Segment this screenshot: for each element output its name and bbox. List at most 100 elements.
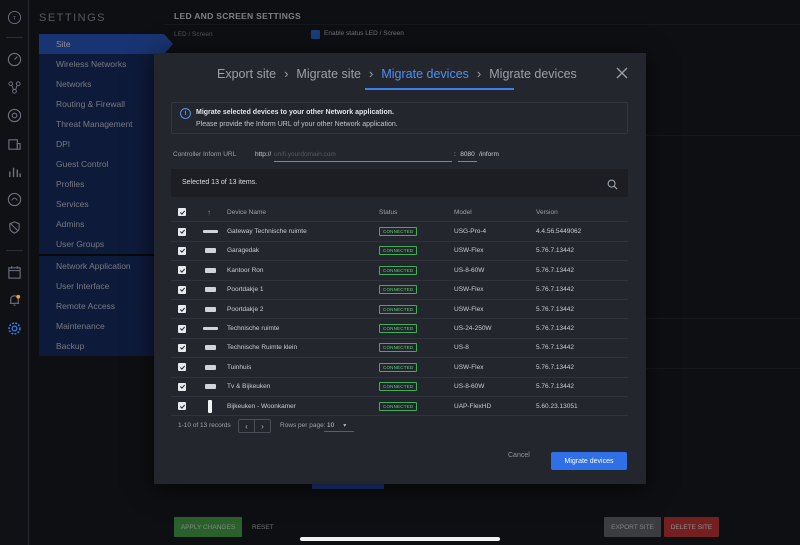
row-checkbox[interactable]: [178, 397, 186, 415]
selection-bar: Selected 13 of 13 items.: [171, 169, 628, 197]
table-row[interactable]: Poortdakje 1 CONNECTED USW-Flex 5.76.7.1344…: [171, 281, 628, 300]
step-migrate-devices-current: Migrate devices: [381, 66, 469, 81]
step-migrate-site: Migrate site: [296, 66, 362, 81]
column-status[interactable]: Status: [379, 203, 397, 221]
status-badge: CONNECTED: [379, 343, 418, 353]
dashboard-icon[interactable]: [7, 52, 22, 67]
status-badge: CONNECTED: [379, 304, 418, 314]
checkbox-checked: [178, 285, 186, 294]
rows-per-page-select[interactable]: 10 ▾: [324, 419, 354, 432]
checkbox-checked: [178, 305, 186, 314]
device-thumbnail: [202, 230, 218, 234]
device-version: 4.4.56.5449062: [536, 228, 582, 236]
device-version: 5.76.7.13442: [536, 247, 574, 255]
close-icon[interactable]: [615, 66, 629, 80]
search-icon[interactable]: [607, 177, 618, 190]
settings-gear-icon[interactable]: [7, 321, 22, 336]
chevron-down-icon: ▾: [343, 422, 347, 429]
calendar-icon[interactable]: [7, 265, 22, 280]
current-step-underline: [365, 88, 514, 90]
device-thumbnail: [204, 267, 216, 273]
table-row[interactable]: Poortdakje 2 CONNECTED USW-Flex 5.76.7.1344…: [171, 300, 628, 320]
next-page-icon[interactable]: ›: [255, 420, 270, 432]
device-thumbnail: [208, 399, 212, 413]
selection-count: Selected 13 of 13 items.: [182, 179, 258, 186]
rows-per-page-value: 10: [327, 421, 335, 429]
home-indicator: [300, 537, 500, 541]
inform-host-input[interactable]: [274, 147, 452, 162]
wizard-steps: Export site › Migrate site › Migrate dev…: [217, 66, 577, 81]
clients-icon[interactable]: [7, 137, 22, 152]
checkbox-checked: [178, 363, 186, 372]
row-checkbox[interactable]: [178, 378, 186, 396]
device-model: USW-Flex: [454, 286, 484, 294]
sort-arrow-up-icon[interactable]: ↑: [207, 203, 211, 221]
column-device-name[interactable]: Device Name: [227, 203, 266, 221]
switch-device-icon: [201, 339, 219, 357]
step-migrate-devices: Migrate devices: [489, 66, 577, 81]
shield-icon[interactable]: [7, 220, 22, 235]
column-model[interactable]: Model: [454, 203, 472, 221]
migrate-devices-button[interactable]: Migrate devices: [551, 452, 627, 470]
device-thumbnail: [204, 248, 216, 254]
device-model: USW-Flex: [454, 305, 484, 313]
device-table: ↑ Device Name Status Model Version Gatew…: [171, 203, 628, 417]
device-version: 5.76.7.13442: [536, 286, 574, 294]
row-checkbox[interactable]: [178, 358, 186, 376]
row-checkbox[interactable]: [178, 261, 186, 279]
rail-divider: [6, 37, 23, 38]
table-row[interactable]: Gateway Technische ruimte CONNECTED USG-Pr…: [171, 222, 628, 242]
info-text: Please provide the Inform URL of your ot…: [196, 121, 398, 128]
table-row[interactable]: Technische ruimte CONNECTED US-24-250W 5.76…: [171, 319, 628, 339]
inform-port-input[interactable]: [458, 147, 477, 162]
row-checkbox[interactable]: [178, 339, 186, 357]
column-version[interactable]: Version: [536, 203, 558, 221]
table-row[interactable]: Bijkeuken - Woonkamer CONNECTED UAP-FlexHD…: [171, 397, 628, 417]
svg-text:T: T: [13, 16, 17, 22]
devices-icon[interactable]: [7, 108, 22, 123]
table-row[interactable]: Garagedak CONNECTED USW-Flex 5.76.7.13442: [171, 242, 628, 262]
status-badge: CONNECTED: [379, 285, 418, 295]
device-model: US-24-250W: [454, 325, 492, 333]
statistics-icon[interactable]: [7, 164, 22, 179]
device-thumbnail: [204, 306, 216, 312]
row-checkbox[interactable]: [178, 319, 186, 337]
table-row[interactable]: Tuinhuis CONNECTED USW-Flex 5.76.7.13442: [171, 358, 628, 378]
url-protocol: http://: [255, 151, 272, 158]
status-badge: CONNECTED: [379, 227, 418, 237]
device-version: 5.76.7.13442: [536, 363, 574, 371]
checkbox-checked: [178, 208, 186, 217]
status-cell: CONNECTED: [379, 300, 418, 318]
row-checkbox[interactable]: [178, 242, 186, 260]
row-checkbox[interactable]: [178, 222, 186, 240]
status-cell: CONNECTED: [379, 261, 418, 279]
user-avatar-icon[interactable]: T: [7, 10, 22, 25]
access-point-device-icon: [201, 397, 219, 415]
topology-icon[interactable]: [7, 80, 22, 95]
device-version: 5.76.7.13442: [536, 305, 574, 313]
status-cell: CONNECTED: [379, 378, 418, 396]
switch-device-icon: [201, 300, 219, 318]
url-suffix: /inform: [479, 151, 499, 158]
device-name: Bijkeuken - Woonkamer: [227, 402, 296, 410]
checkbox-checked: [178, 382, 186, 391]
table-row[interactable]: Technische Ruimte klein CONNECTED US-8 5.76…: [171, 339, 628, 359]
select-all-checkbox[interactable]: [178, 203, 186, 221]
previous-page-icon[interactable]: ‹: [239, 420, 255, 432]
chevron-right-icon: ›: [284, 66, 289, 81]
info-icon: i: [180, 108, 191, 119]
table-row[interactable]: Tv & Bijkeuken CONNECTED US-8-60W 5.76.7.13…: [171, 378, 628, 397]
row-checkbox[interactable]: [178, 300, 186, 318]
pagination-buttons: ‹ ›: [238, 419, 271, 433]
checkbox-checked: [178, 246, 186, 255]
status-cell: CONNECTED: [379, 319, 418, 337]
row-checkbox[interactable]: [178, 281, 186, 299]
insights-icon[interactable]: [7, 192, 22, 207]
cancel-button[interactable]: Cancel: [508, 452, 530, 459]
switch-device-icon: [201, 242, 219, 260]
device-name: Garagedak: [227, 247, 260, 255]
alerts-bell-icon[interactable]: [7, 293, 22, 308]
device-version: 5.76.7.13442: [536, 325, 574, 333]
checkbox-checked: [178, 324, 186, 333]
table-row[interactable]: Kantoor Ron CONNECTED US-8-60W 5.76.7.13442: [171, 261, 628, 281]
